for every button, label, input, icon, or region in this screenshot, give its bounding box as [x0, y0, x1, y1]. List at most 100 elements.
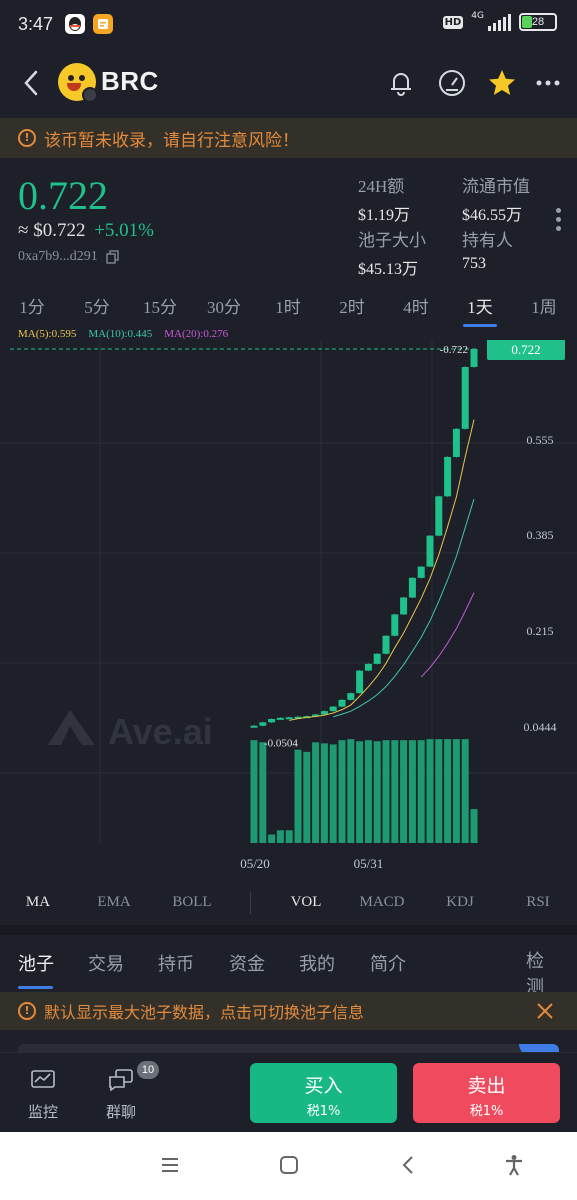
volume-bar — [373, 741, 381, 843]
tab-holders[interactable]: 持币 — [158, 950, 194, 976]
tab-1w[interactable]: 1周 — [531, 293, 557, 318]
group-chat-label: 群聊 — [106, 1103, 137, 1121]
pool-notice-text: 默认显示最大池子数据，点击可切换池子信息 — [44, 1003, 365, 1022]
back-nav-icon[interactable] — [398, 1154, 420, 1176]
volume-bar — [259, 742, 267, 843]
ma-legend: MA(5):0.595 MA(10):0.445 MA(20):0.276 — [18, 328, 228, 340]
volume-bar — [461, 739, 469, 843]
candle — [408, 577, 416, 598]
volume-bar — [417, 740, 425, 843]
candle — [382, 635, 390, 654]
home-icon[interactable] — [278, 1154, 300, 1176]
candle — [338, 699, 346, 707]
copy-icon[interactable] — [106, 250, 120, 264]
volume-bar — [426, 739, 434, 843]
candle — [400, 597, 408, 615]
indicator-ema[interactable]: EMA — [97, 894, 130, 911]
volume-bar — [408, 740, 416, 843]
star-icon[interactable] — [487, 68, 517, 98]
contract-address: 0xa7b9...d291 — [18, 249, 98, 264]
ma10-legend: MA(10):0.445 — [88, 328, 153, 340]
y-tick-label: 0.385 — [527, 528, 554, 542]
qq-app-icon — [65, 14, 86, 34]
tab-2h[interactable]: 2时 — [339, 293, 365, 318]
buy-button[interactable]: 买入 税1% — [250, 1063, 397, 1123]
candle — [470, 349, 478, 367]
stat-value: $1.19万 — [358, 207, 411, 224]
sell-tax: 税1% — [469, 1104, 504, 1119]
gauge-icon[interactable] — [437, 68, 467, 98]
close-icon[interactable] — [535, 1001, 555, 1021]
sell-button[interactable]: 卖出 税1% — [413, 1063, 560, 1123]
tab-mine[interactable]: 我的 — [299, 950, 335, 976]
ma5-legend: MA(5):0.595 — [18, 328, 77, 340]
monitor-icon — [31, 1070, 55, 1088]
battery-icon: 28 — [519, 13, 557, 31]
candle — [391, 614, 399, 636]
indicator-boll[interactable]: BOLL — [172, 894, 211, 911]
group-chat-button[interactable]: 群聊 — [106, 1069, 136, 1122]
tab-trades[interactable]: 交易 — [88, 950, 124, 976]
notes-app-icon — [93, 14, 114, 34]
indicator-macd[interactable]: MACD — [359, 894, 404, 911]
token-logo — [58, 63, 98, 103]
tab-4h[interactable]: 4时 — [403, 293, 429, 318]
volume-bar — [303, 751, 311, 843]
ma20-legend: MA(20):0.276 — [164, 328, 229, 340]
more-vertical-icon[interactable] — [556, 208, 562, 234]
contract-address-row[interactable]: 0xa7b9...d291 — [18, 249, 120, 265]
volume-bar — [452, 739, 460, 843]
chart-grid — [0, 340, 577, 843]
accessibility-icon[interactable] — [503, 1154, 525, 1176]
back-icon[interactable] — [18, 68, 44, 98]
candle — [417, 566, 425, 578]
price-chart[interactable]: Ave.ai -0.722 -0.0504 0.555 0.385 0.215 0.04… — [0, 340, 577, 880]
indicator-vol[interactable]: VOL — [291, 894, 322, 911]
menu-icon[interactable] — [159, 1154, 181, 1176]
candle — [347, 693, 355, 700]
tab-5m[interactable]: 5分 — [84, 293, 110, 318]
current-price-tag-label: 0.722 — [511, 342, 540, 357]
indicator-tabs: MA EMA BOLL VOL MACD KDJ RSI — [0, 890, 577, 920]
monitor-button[interactable]: 监控 — [28, 1069, 58, 1122]
more-icon[interactable] — [533, 68, 563, 98]
y-tick-label: 0.0444 — [524, 720, 557, 734]
signal-icon — [488, 13, 511, 31]
chat-icon — [109, 1069, 133, 1092]
info-tabs: 池子 交易 持币 资金 我的 简介 检测 — [0, 935, 577, 998]
tab-15m[interactable]: 15分 — [143, 293, 177, 318]
sell-label: 卖出 — [467, 1075, 506, 1097]
tab-pool[interactable]: 池子 — [18, 950, 54, 976]
volume-bar — [364, 740, 372, 843]
stat-value: $46.55万 — [462, 207, 523, 224]
volume-bar — [276, 830, 284, 843]
stat-24h-volume: 24H额 $1.19万 — [358, 172, 410, 225]
indicator-ma[interactable]: MA — [26, 894, 50, 911]
volume-bar — [294, 749, 302, 843]
min-price-label: -0.0504 — [264, 738, 298, 750]
volume-bars — [250, 739, 478, 843]
candle — [320, 711, 328, 715]
indicator-kdj[interactable]: KDJ — [446, 894, 474, 911]
battery-level: 28 — [531, 16, 545, 28]
indicator-rsi[interactable]: RSI — [526, 894, 549, 911]
volume-bar — [356, 741, 364, 843]
hd-icon: HD — [442, 15, 464, 29]
candle — [276, 717, 284, 720]
candle — [461, 366, 469, 429]
stat-market-cap: 流通市值 $46.55万 — [462, 172, 530, 225]
timeframe-active-underline — [463, 324, 497, 327]
pool-notice-banner[interactable]: ! 默认显示最大池子数据，点击可切换池子信息 — [0, 992, 577, 1030]
tab-30m[interactable]: 30分 — [207, 293, 241, 318]
tab-funds[interactable]: 资金 — [229, 950, 265, 976]
volume-bar — [347, 739, 355, 843]
x-tick-label: 05/31 — [354, 856, 384, 871]
candle — [373, 653, 381, 664]
x-tick-label: 05/20 — [240, 856, 270, 871]
tab-intro[interactable]: 简介 — [370, 950, 406, 976]
tab-1d[interactable]: 1天 — [467, 293, 493, 318]
y-tick-label: 0.555 — [527, 433, 554, 447]
tab-1m[interactable]: 1分 — [19, 293, 45, 318]
tab-1h[interactable]: 1时 — [275, 293, 301, 318]
bell-icon[interactable] — [386, 68, 416, 98]
